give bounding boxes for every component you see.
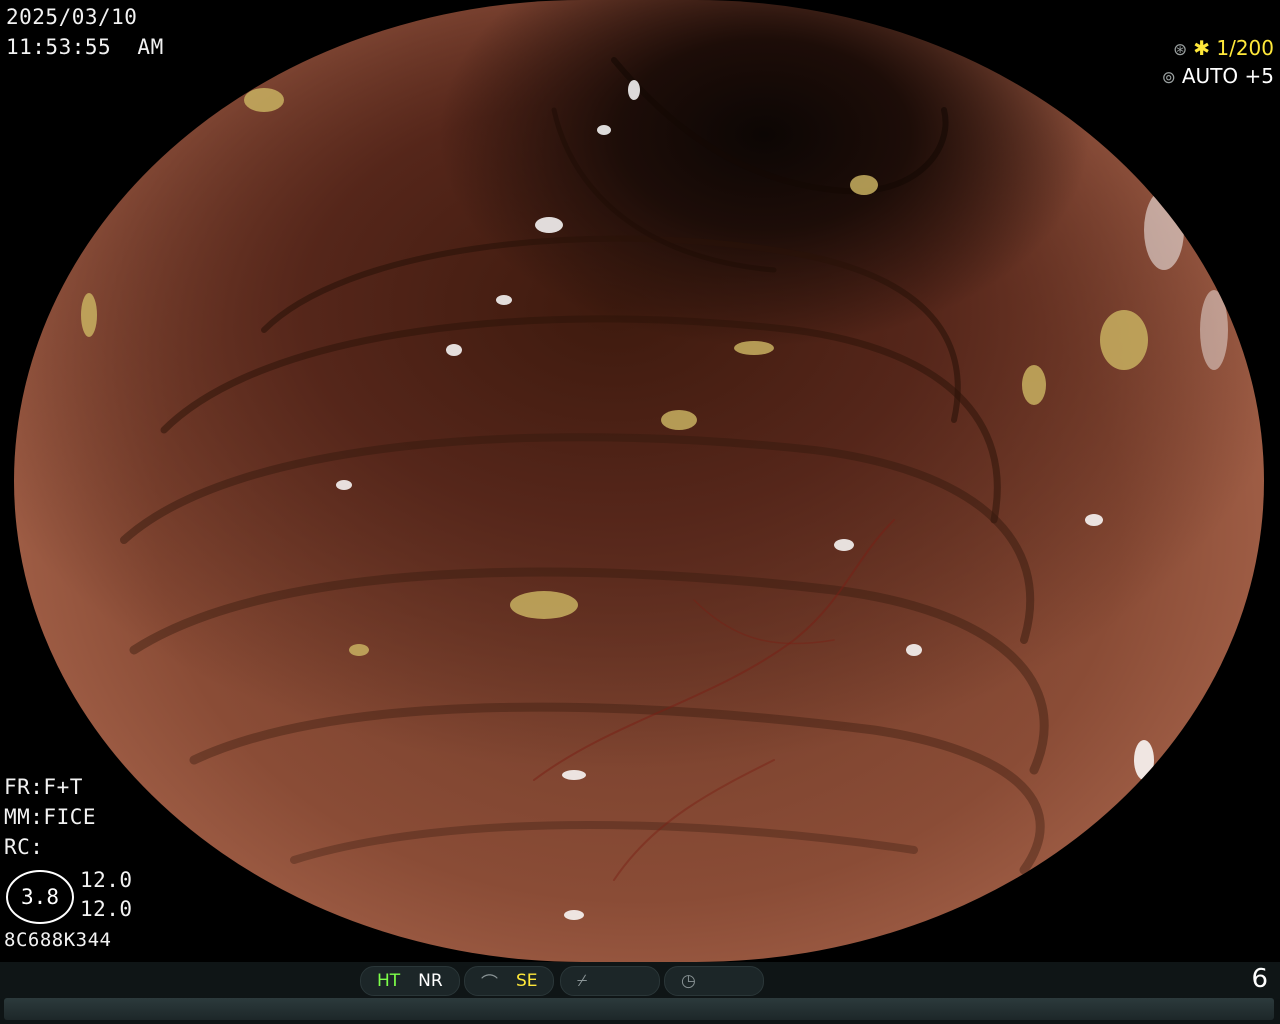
slash-group: ⌿ (560, 966, 660, 996)
date-label: 2025/03/10 (6, 5, 138, 29)
curve-icon: ⌒ (481, 973, 498, 994)
shutter-icon: ⊛ (1172, 40, 1188, 60)
gauge-icon: ◷ (681, 971, 696, 991)
shutter-value: ✱ 1/200 (1193, 36, 1274, 60)
shutter-readout: ⊛ ✱ 1/200 (1173, 36, 1274, 60)
endoscope-view (14, 0, 1264, 962)
serial-number: 8C688K344 (4, 929, 112, 951)
zoom-circle: 3.8 (6, 870, 74, 924)
setting-value-1: 12.0 (80, 868, 133, 892)
ht-nr-group: HT NR (360, 966, 460, 996)
bottom-bar (4, 998, 1274, 1020)
fr-setting: FR:F+T (4, 775, 83, 799)
se-group: ⌒ SE (464, 966, 554, 996)
ht-indicator: HT (377, 971, 401, 991)
se-indicator: SE (516, 971, 538, 991)
rc-setting: RC: (4, 835, 44, 859)
zoom-circle-value: 3.8 (21, 885, 59, 909)
nr-indicator: NR (418, 971, 443, 991)
slash-icon: ⌿ (577, 971, 588, 991)
status-bar: HT NR ⌒ SE ⌿ ◷ 6 (0, 962, 1280, 1024)
page-number: 6 (1251, 964, 1268, 994)
mucosal-folds (81, 57, 1228, 920)
setting-value-2: 12.0 (80, 897, 133, 921)
mm-setting: MM:FICE (4, 805, 97, 829)
iris-icon: ⊚ (1161, 68, 1176, 88)
auto-value: AUTO +5 (1181, 64, 1274, 88)
auto-exposure-readout: ⊚ AUTO +5 (1162, 64, 1274, 88)
time-label: 11:53:55 AM (6, 35, 164, 59)
gauge-group: ◷ (664, 966, 764, 996)
